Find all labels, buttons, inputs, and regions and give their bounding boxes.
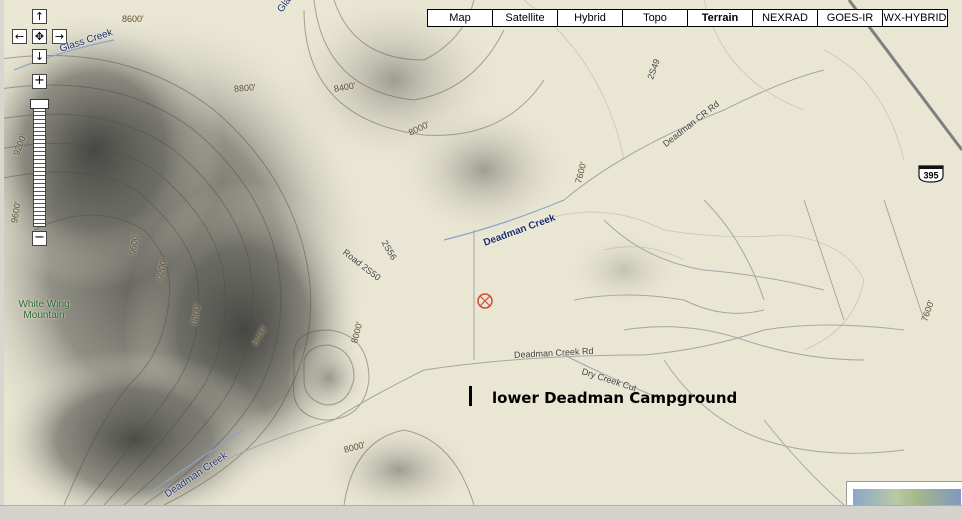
- zoom-out-button[interactable]: −: [32, 231, 47, 246]
- pan-up-icon[interactable]: ↑: [32, 9, 47, 24]
- pan-left-icon[interactable]: ←: [12, 29, 27, 44]
- map-type-terrain-button[interactable]: Terrain: [688, 10, 753, 26]
- map-type-nexrad-button[interactable]: NEXRAD: [753, 10, 818, 26]
- terrain-shading: [4, 0, 962, 505]
- pan-down-icon[interactable]: ↓: [32, 49, 47, 64]
- status-bar: [0, 505, 962, 519]
- zoom-slider-track[interactable]: [33, 107, 46, 227]
- map-canvas[interactable]: Map Satellite Hybrid Topo Terrain NEXRAD…: [4, 0, 962, 505]
- map-type-topo-button[interactable]: Topo: [623, 10, 688, 26]
- white-wing-mountain-label: White Wing Mountain: [18, 299, 70, 321]
- us-395-shield-icon: 395: [917, 165, 945, 183]
- us-395-shield-number: 395: [923, 171, 938, 181]
- contour-label-8800: 8800': [233, 82, 257, 94]
- map-type-wx-hybrid-button[interactable]: WX-HYBRID: [883, 10, 947, 26]
- map-type-satellite-button[interactable]: Satellite: [493, 10, 558, 26]
- map-type-goes-ir-button[interactable]: GOES-IR: [818, 10, 883, 26]
- map-type-map-button[interactable]: Map: [428, 10, 493, 26]
- map-type-bar: Map Satellite Hybrid Topo Terrain NEXRAD…: [427, 9, 948, 27]
- campground-marker-icon[interactable]: [475, 291, 495, 311]
- zoom-in-button[interactable]: +: [32, 74, 47, 89]
- map-type-hybrid-button[interactable]: Hybrid: [558, 10, 623, 26]
- overview-map[interactable]: [846, 481, 962, 505]
- zoom-slider-handle[interactable]: [30, 99, 49, 109]
- overview-map-thumbnail: [853, 489, 961, 505]
- contour-label-8600: 8600': [122, 14, 144, 24]
- annotation-pointer-bar: [469, 386, 472, 406]
- pan-center-icon[interactable]: ✥: [32, 29, 47, 44]
- campground-annotation: lower Deadman Campground: [492, 389, 738, 407]
